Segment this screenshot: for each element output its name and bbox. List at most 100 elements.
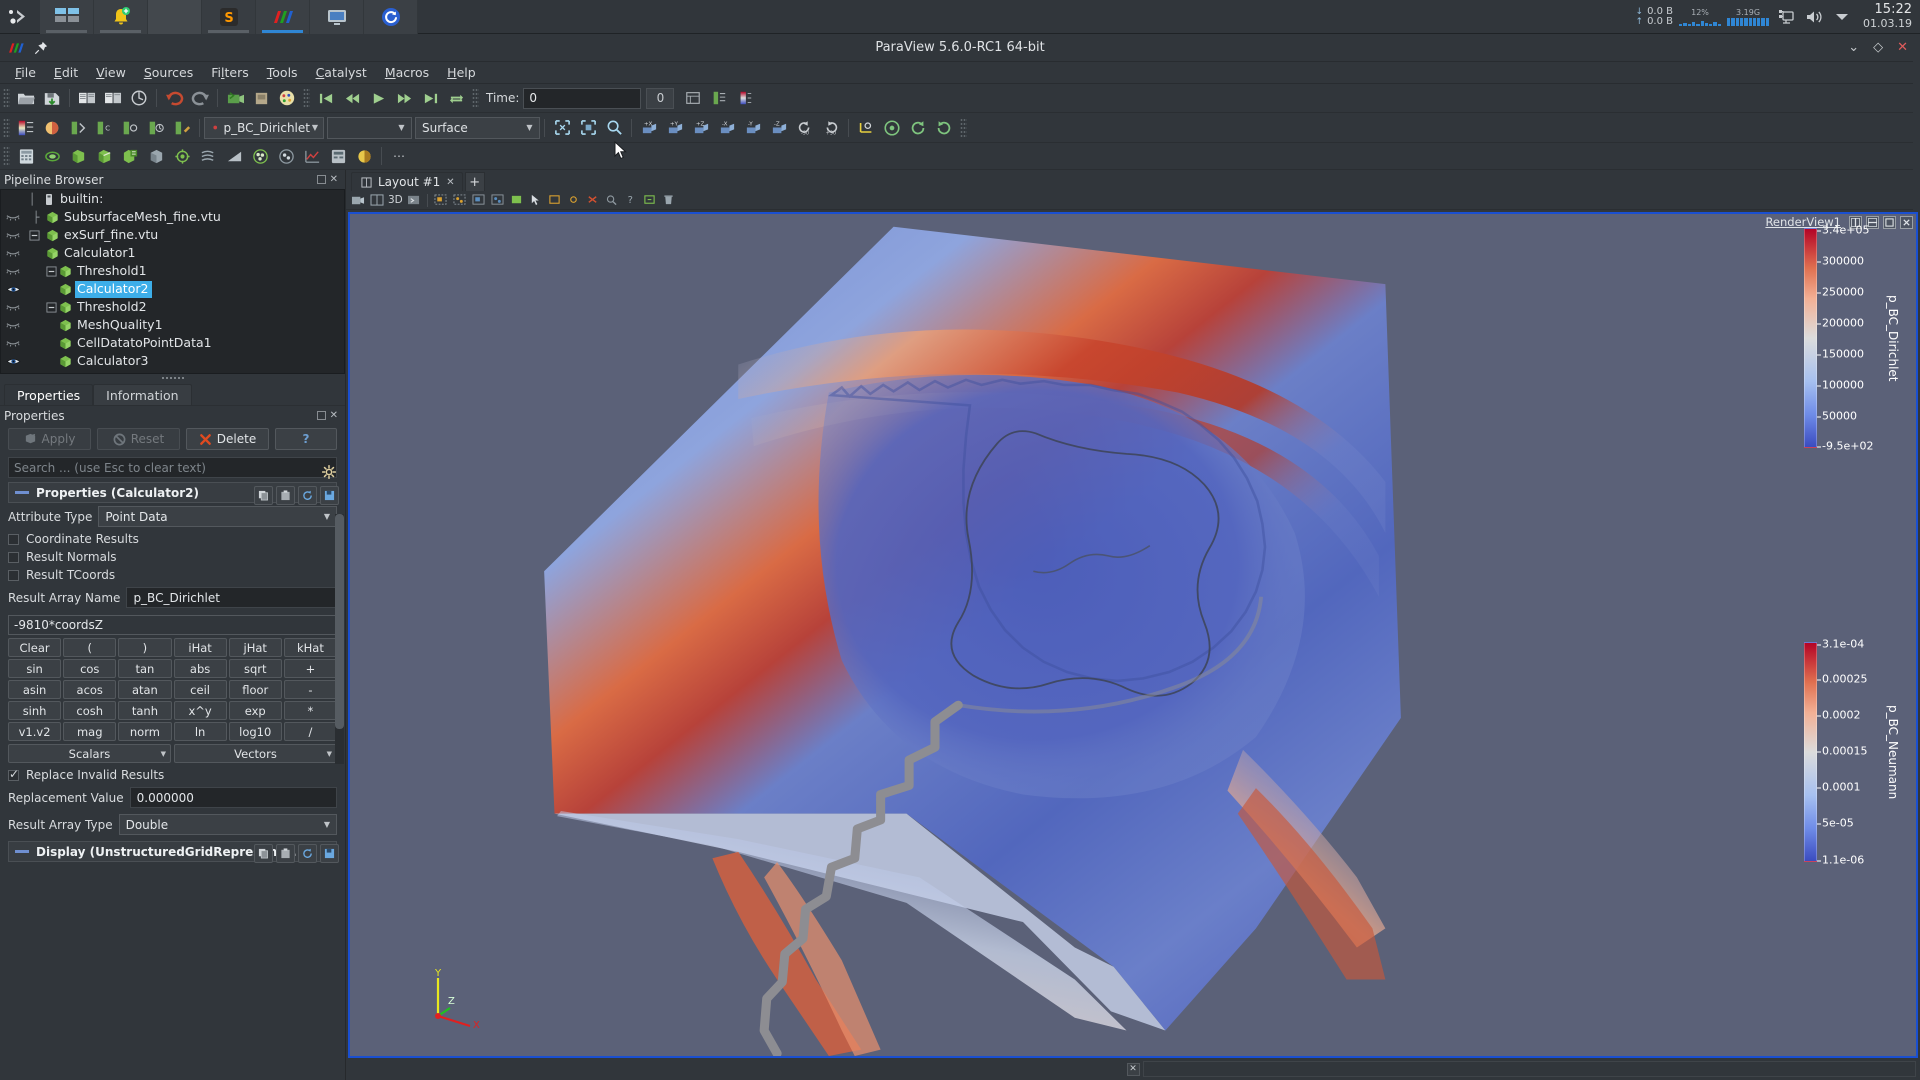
coordinate-results-row[interactable]: Coordinate Results	[0, 530, 345, 548]
color-map-editor-button[interactable]	[275, 86, 299, 110]
calc-button-sin[interactable]: sin	[8, 659, 61, 678]
pipeline-row-threshold1[interactable]: Threshold1	[1, 262, 344, 280]
orientation-axes-widget[interactable]: Y X Z	[428, 968, 486, 1028]
pipeline-row-exsurf[interactable]: exSurf_fine.vtu	[1, 226, 344, 244]
layout-tab-1[interactable]: Layout #1 ✕	[351, 172, 463, 191]
close-icon[interactable]: ✕	[330, 411, 338, 420]
calc-button-clear[interactable]: Clear	[8, 638, 61, 657]
calc-button-minus[interactable]: -	[284, 680, 337, 699]
calc-button-log10[interactable]: log10	[229, 722, 282, 741]
taskbar-item-paraview[interactable]	[256, 0, 310, 34]
menu-tools[interactable]: Tools	[258, 63, 307, 82]
rotate-right-button[interactable]	[932, 116, 956, 140]
gradient-filter-button[interactable]	[352, 144, 376, 168]
view-y-minus-button[interactable]: -Y	[741, 116, 765, 140]
visibility-toggle[interactable]	[3, 266, 23, 276]
visibility-toggle[interactable]	[3, 230, 23, 240]
menu-sources[interactable]: Sources	[135, 63, 202, 82]
taskbar-item-blank[interactable]	[148, 0, 202, 34]
glyph-filter-button[interactable]	[170, 144, 194, 168]
loop-button[interactable]	[444, 86, 468, 110]
vcr-toolbar-grip[interactable]	[303, 88, 310, 108]
select-block-button[interactable]	[508, 192, 525, 209]
restore-defaults-button[interactable]	[298, 486, 317, 505]
attribute-type-select[interactable]: Point Data ▼	[98, 506, 337, 527]
expander-toggle[interactable]	[45, 302, 58, 313]
result-array-name-input[interactable]: p_BC_Dirichlet	[126, 587, 337, 608]
interactive-select-button[interactable]	[527, 192, 544, 209]
view-z-minus-button[interactable]: -Z	[767, 116, 791, 140]
show-hidden-button[interactable]	[1831, 11, 1853, 23]
calc-button-tanh[interactable]: tanh	[118, 701, 171, 720]
calc-button-ln[interactable]: ln	[174, 722, 227, 741]
array-selector[interactable]: p_BC_Dirichlet ▼	[204, 117, 324, 139]
next-frame-button[interactable]	[392, 86, 416, 110]
memory-monitor[interactable]: 3.19G	[1727, 8, 1769, 26]
rescale-temporal-button[interactable]	[144, 116, 168, 140]
close-icon[interactable]: ✕	[446, 177, 454, 188]
pipeline-row-celldatatopointdata1[interactable]: CellDatatoPointData1	[1, 334, 344, 352]
undock-icon[interactable]	[317, 411, 326, 420]
component-selector[interactable]: ▼	[327, 117, 412, 139]
taskbar-item-notifications[interactable]	[94, 0, 148, 34]
app-launcher-button[interactable]	[0, 0, 40, 34]
pipeline-row-meshquality1[interactable]: MeshQuality1	[1, 316, 344, 334]
edit-color-legend-button[interactable]	[707, 86, 731, 110]
hover-cells-button[interactable]	[546, 192, 563, 209]
rescale-to-data-button[interactable]	[66, 116, 90, 140]
tab-information[interactable]: Information	[93, 384, 191, 405]
edit-color-map-button[interactable]	[170, 116, 194, 140]
visibility-toggle[interactable]	[3, 248, 23, 258]
camera-redo-button[interactable]	[249, 86, 273, 110]
pipeline-row-threshold2[interactable]: Threshold2	[1, 298, 344, 316]
more-filters-button[interactable]: ⋯	[387, 144, 411, 168]
time-inspector-button[interactable]	[681, 86, 705, 110]
taskbar-item-display[interactable]	[310, 0, 364, 34]
maximize-view-button[interactable]	[1883, 216, 1896, 229]
active-variables-button[interactable]	[14, 116, 38, 140]
zoom-to-data-button[interactable]	[602, 116, 626, 140]
result-array-type-select[interactable]: Double ▼	[119, 814, 337, 835]
calc-button-sinh[interactable]: sinh	[8, 701, 61, 720]
rotate-90-cw-button[interactable]: +90	[819, 116, 843, 140]
calc-button-mag[interactable]: mag	[63, 722, 116, 741]
replace-invalid-checkbox[interactable]	[8, 770, 19, 781]
bottom-close-button[interactable]: ✕	[1127, 1063, 1140, 1076]
previous-frame-button[interactable]	[340, 86, 364, 110]
vectors-dropdown[interactable]: Vectors ▼	[174, 744, 337, 763]
paste-button[interactable]	[276, 486, 295, 505]
calc-button-khat[interactable]: kHat	[284, 638, 337, 657]
calc-button-tan[interactable]: tan	[118, 659, 171, 678]
bottom-input-field[interactable]	[1143, 1061, 1916, 1077]
pipeline-row-calculator1[interactable]: Calculator1	[1, 244, 344, 262]
clock[interactable]: 15:22 01.03.19	[1859, 3, 1912, 31]
menu-file[interactable]: File	[6, 63, 45, 82]
taskbar-item-window-switcher[interactable]	[40, 0, 94, 34]
expander-toggle[interactable]	[45, 266, 58, 277]
visibility-toggle[interactable]	[3, 302, 23, 312]
pipeline-row-builtin[interactable]: │ builtin:	[1, 190, 344, 208]
zoom-closest-button[interactable]	[641, 192, 658, 209]
visibility-toggle[interactable]	[3, 338, 23, 348]
calc-button-dot[interactable]: v1.v2	[8, 722, 61, 741]
tab-properties[interactable]: Properties	[4, 384, 93, 405]
help-button[interactable]: ?	[622, 192, 639, 209]
color-legend-neumann[interactable]: 3.1e-04 0.00025 0.0002 0.00015 0.0001 5e…	[1804, 642, 1900, 862]
pipeline-browser[interactable]: │ builtin:	[0, 189, 345, 374]
rescale-visible-button[interactable]	[118, 116, 142, 140]
visibility-toggle[interactable]	[3, 320, 23, 330]
center-axes-button[interactable]	[854, 116, 878, 140]
render-view[interactable]: RenderView1	[348, 212, 1918, 1058]
threshold-filter-button[interactable]	[118, 144, 142, 168]
slice-filter-button[interactable]	[92, 144, 116, 168]
color-legend-dirichlet[interactable]: 3.4e+05 300000 250000 200000 150000 1000…	[1804, 228, 1900, 448]
warp-filter-button[interactable]	[222, 144, 246, 168]
contour-filter-button[interactable]	[40, 144, 64, 168]
properties-scrollbar[interactable]	[335, 514, 344, 764]
result-tcoords-checkbox[interactable]	[8, 570, 19, 581]
first-frame-button[interactable]	[314, 86, 338, 110]
save-defaults-button[interactable]	[320, 844, 339, 863]
coordinate-results-checkbox[interactable]	[8, 534, 19, 545]
paste-button[interactable]	[276, 844, 295, 863]
menu-edit[interactable]: Edit	[45, 63, 87, 82]
